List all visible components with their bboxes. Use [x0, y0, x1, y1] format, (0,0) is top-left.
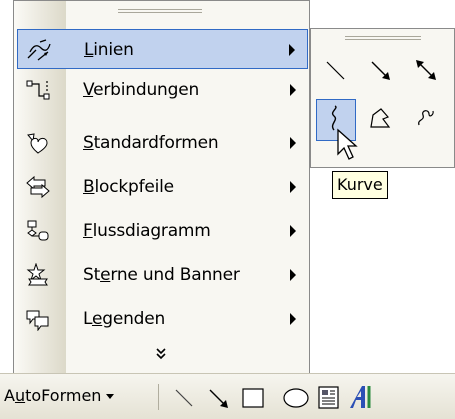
menu-item-sterne-und-banner[interactable]: Sterne und Banner [17, 255, 308, 295]
freeform-tool-button[interactable] [363, 101, 399, 137]
submenu-arrow-icon [290, 137, 296, 149]
menu-item-linien[interactable]: Linien [17, 29, 308, 69]
submenu-arrow-icon [290, 84, 296, 96]
arrow-icon [371, 61, 390, 80]
basic-shapes-icon [27, 133, 48, 154]
menu-item-label: Verbindungen [83, 80, 200, 100]
menu-item-blockpfeile[interactable]: Blockpfeile [17, 167, 308, 207]
block-arrows-icon [26, 175, 50, 199]
submenu-arrow-icon [290, 181, 296, 193]
menu-drag-handle[interactable] [118, 9, 202, 15]
textbox-icon[interactable] [316, 384, 342, 412]
arrow-icon[interactable] [206, 386, 232, 410]
menu-item-label: Blockpfeile [83, 177, 174, 197]
tooltip: Kurve [332, 171, 388, 199]
wordart-icon[interactable] [347, 382, 375, 412]
line-icon[interactable] [172, 386, 198, 410]
expand-more-icon[interactable] [155, 347, 167, 361]
double-arrow-tool-button[interactable] [409, 53, 445, 89]
line-icon [326, 61, 345, 80]
mouse-cursor-icon [337, 128, 358, 160]
submenu-arrow-icon [290, 269, 296, 281]
scribble-icon [418, 110, 434, 126]
callouts-icon [26, 310, 49, 331]
menu-item-label: Legenden [83, 309, 166, 329]
freeform-icon [370, 108, 391, 128]
submenu-drag-handle[interactable] [345, 36, 421, 42]
menu-item-legenden[interactable]: Legenden [17, 299, 308, 339]
connectors-icon [26, 80, 50, 100]
submenu-arrow-icon [290, 225, 296, 237]
stars-banners-icon [26, 263, 48, 286]
menu-item-label: Linien [84, 40, 134, 60]
menu-item-label: Sterne und Banner [83, 265, 240, 285]
linien-submenu [310, 28, 455, 168]
menu-item-verbindungen[interactable]: Verbindungen [17, 70, 308, 110]
submenu-arrow-icon [289, 44, 295, 56]
toolbar-separator [158, 384, 159, 410]
drawing-toolbar: AutoFormen [0, 373, 455, 419]
chevron-down-icon [106, 394, 115, 399]
lines-icon [27, 39, 51, 61]
double-arrow-icon [416, 60, 436, 80]
autoformen-menu: Linien Verbindungen Standardformen Block… [13, 0, 310, 375]
scribble-tool-button[interactable] [409, 101, 445, 137]
autoformen-label: AutoFormen [4, 386, 102, 405]
line-tool-button[interactable] [318, 53, 354, 89]
menu-item-label: Standardformen [83, 133, 219, 153]
menu-item-standardformen[interactable]: Standardformen [17, 123, 308, 163]
oval-icon[interactable] [282, 386, 310, 410]
rectangle-icon[interactable] [240, 386, 266, 410]
submenu-arrow-icon [290, 313, 296, 325]
flowchart-icon [27, 220, 49, 241]
autoformen-dropdown-button[interactable]: AutoFormen [4, 386, 115, 405]
arrow-tool-button[interactable] [363, 53, 399, 89]
menu-item-label: Flussdiagramm [83, 221, 211, 241]
menu-item-flussdiagramm[interactable]: Flussdiagramm [17, 211, 308, 251]
